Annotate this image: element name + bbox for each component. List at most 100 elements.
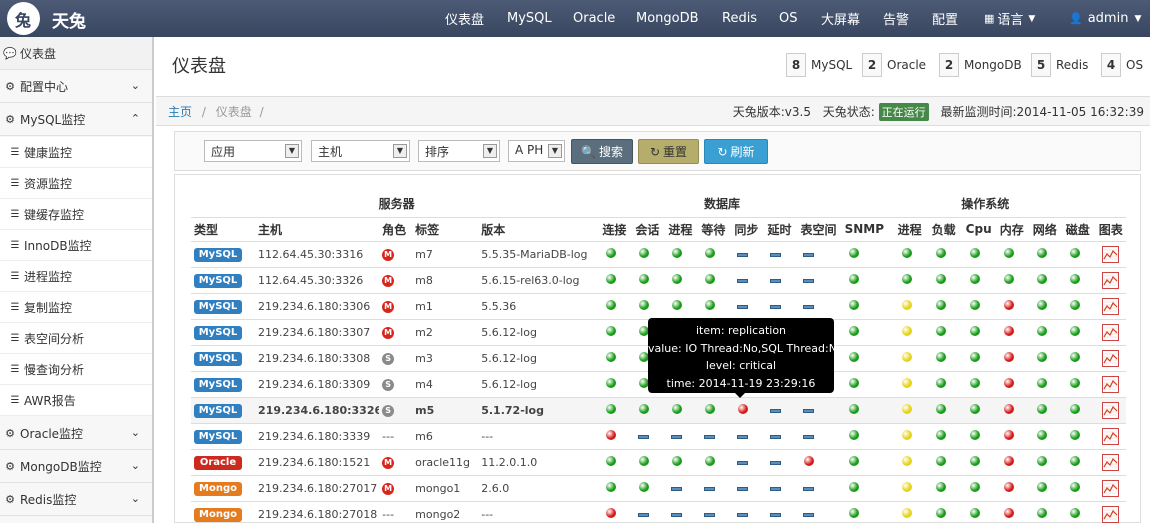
count-mysql[interactable]: 8 MySQL xyxy=(786,52,852,78)
status-none-icon[interactable] xyxy=(803,252,815,257)
status-ok-icon[interactable] xyxy=(606,403,617,414)
status-warning-icon[interactable] xyxy=(901,377,912,388)
status-ok-icon[interactable] xyxy=(1069,507,1080,518)
status-ok-icon[interactable] xyxy=(848,429,859,440)
status-ok-icon[interactable] xyxy=(672,403,683,414)
status-critical-icon[interactable] xyxy=(738,403,749,414)
status-ok-icon[interactable] xyxy=(969,455,980,466)
chart-icon[interactable] xyxy=(1101,375,1119,393)
status-ok-icon[interactable] xyxy=(969,507,980,518)
status-ok-icon[interactable] xyxy=(606,351,617,362)
language-menu[interactable]: ▦ 语言 ▼ xyxy=(984,0,1035,37)
sidebar-item-redis-monitor[interactable]: ⚙ Redis监控 ⌄ xyxy=(0,483,152,516)
status-ok-icon[interactable] xyxy=(848,377,859,388)
status-critical-icon[interactable] xyxy=(1003,403,1014,414)
status-ok-icon[interactable] xyxy=(935,403,946,414)
status-ok-icon[interactable] xyxy=(1069,377,1080,388)
status-ok-icon[interactable] xyxy=(935,351,946,362)
chart-cell[interactable] xyxy=(1095,318,1126,345)
nav-item-alerts[interactable]: 告警 xyxy=(883,0,909,37)
chart-cell[interactable] xyxy=(1095,370,1126,397)
status-ok-icon[interactable] xyxy=(705,455,716,466)
status-ok-icon[interactable] xyxy=(606,455,617,466)
status-ok-icon[interactable] xyxy=(935,481,946,492)
status-ok-icon[interactable] xyxy=(1069,403,1080,414)
status-warning-icon[interactable] xyxy=(901,299,912,310)
status-ok-icon[interactable] xyxy=(935,507,946,518)
sidebar-subitem-resource[interactable]: ☰ 资源监控 xyxy=(0,168,152,199)
status-ok-icon[interactable] xyxy=(935,299,946,310)
status-ok-icon[interactable] xyxy=(1036,351,1047,362)
sidebar-item-dashboard[interactable]: 💬 仪表盘 xyxy=(0,37,152,70)
nav-item-config[interactable]: 配置 xyxy=(932,0,958,37)
status-ok-icon[interactable] xyxy=(1036,481,1047,492)
status-none-icon[interactable] xyxy=(737,252,749,257)
status-ok-icon[interactable] xyxy=(848,325,859,336)
status-critical-icon[interactable] xyxy=(1003,507,1014,518)
refresh-button[interactable]: ↻ 刷新 xyxy=(704,139,768,164)
sidebar-subitem-health[interactable]: ☰ 健康监控 xyxy=(0,137,152,168)
chart-icon[interactable] xyxy=(1101,479,1119,497)
status-ok-icon[interactable] xyxy=(705,403,716,414)
status-none-icon[interactable] xyxy=(770,278,782,283)
status-ok-icon[interactable] xyxy=(639,299,650,310)
status-warning-icon[interactable] xyxy=(901,325,912,336)
status-ok-icon[interactable] xyxy=(1036,247,1047,258)
nav-item-redis[interactable]: Redis xyxy=(722,0,757,37)
status-ok-icon[interactable] xyxy=(672,299,683,310)
status-none-icon[interactable] xyxy=(737,278,749,283)
status-ok-icon[interactable] xyxy=(606,299,617,310)
chart-icon[interactable] xyxy=(1101,323,1119,341)
status-critical-icon[interactable] xyxy=(606,507,617,518)
sidebar-subitem-process[interactable]: ☰ 进程监控 xyxy=(0,261,152,292)
status-ok-icon[interactable] xyxy=(1069,247,1080,258)
status-warning-icon[interactable] xyxy=(901,455,912,466)
status-ok-icon[interactable] xyxy=(969,247,980,258)
sidebar-item-oracle-monitor[interactable]: ⚙ Oracle监控 ⌄ xyxy=(0,417,152,450)
status-none-icon[interactable] xyxy=(737,486,749,491)
status-ok-icon[interactable] xyxy=(935,325,946,336)
nav-item-dashboard[interactable]: 仪表盘 xyxy=(445,0,484,37)
status-warning-icon[interactable] xyxy=(901,351,912,362)
status-none-icon[interactable] xyxy=(671,486,683,491)
search-button[interactable]: 🔍 搜索 xyxy=(571,139,633,164)
status-none-icon[interactable] xyxy=(638,434,650,439)
nav-item-big-screen[interactable]: 大屏幕 xyxy=(821,0,860,37)
status-ok-icon[interactable] xyxy=(901,273,912,284)
status-none-icon[interactable] xyxy=(770,512,782,517)
chart-cell[interactable] xyxy=(1095,344,1126,371)
status-critical-icon[interactable] xyxy=(1003,455,1014,466)
status-ok-icon[interactable] xyxy=(1036,299,1047,310)
status-ok-icon[interactable] xyxy=(705,247,716,258)
sidebar-subitem-awr[interactable]: ☰ AWR报告 xyxy=(0,385,152,416)
status-none-icon[interactable] xyxy=(737,512,749,517)
status-ok-icon[interactable] xyxy=(935,377,946,388)
status-ok-icon[interactable] xyxy=(935,429,946,440)
status-warning-icon[interactable] xyxy=(901,507,912,518)
breadcrumb-home[interactable]: 主页 xyxy=(168,105,192,119)
status-ok-icon[interactable] xyxy=(969,403,980,414)
chart-icon[interactable] xyxy=(1101,505,1119,523)
status-warning-icon[interactable] xyxy=(901,481,912,492)
nav-item-os[interactable]: OS xyxy=(779,0,797,37)
chart-icon[interactable] xyxy=(1101,349,1119,367)
chart-icon[interactable] xyxy=(1101,453,1119,471)
status-ok-icon[interactable] xyxy=(901,247,912,258)
chart-cell[interactable] xyxy=(1095,266,1126,293)
chart-icon[interactable] xyxy=(1101,245,1119,263)
status-ok-icon[interactable] xyxy=(606,325,617,336)
status-none-icon[interactable] xyxy=(770,434,782,439)
chart-icon[interactable] xyxy=(1101,401,1119,419)
sidebar-item-config-center[interactable]: ⚙ 配置中心 ⌄ xyxy=(0,70,152,103)
app-logo[interactable]: 兔 xyxy=(0,0,46,37)
status-none-icon[interactable] xyxy=(671,512,683,517)
status-ok-icon[interactable] xyxy=(1036,429,1047,440)
status-none-icon[interactable] xyxy=(770,252,782,257)
status-ok-icon[interactable] xyxy=(969,481,980,492)
status-ok-icon[interactable] xyxy=(969,377,980,388)
status-none-icon[interactable] xyxy=(803,512,815,517)
status-ok-icon[interactable] xyxy=(639,403,650,414)
app-select[interactable]: 应用 ▼ xyxy=(204,140,302,162)
chart-icon[interactable] xyxy=(1101,427,1119,445)
status-none-icon[interactable] xyxy=(770,486,782,491)
